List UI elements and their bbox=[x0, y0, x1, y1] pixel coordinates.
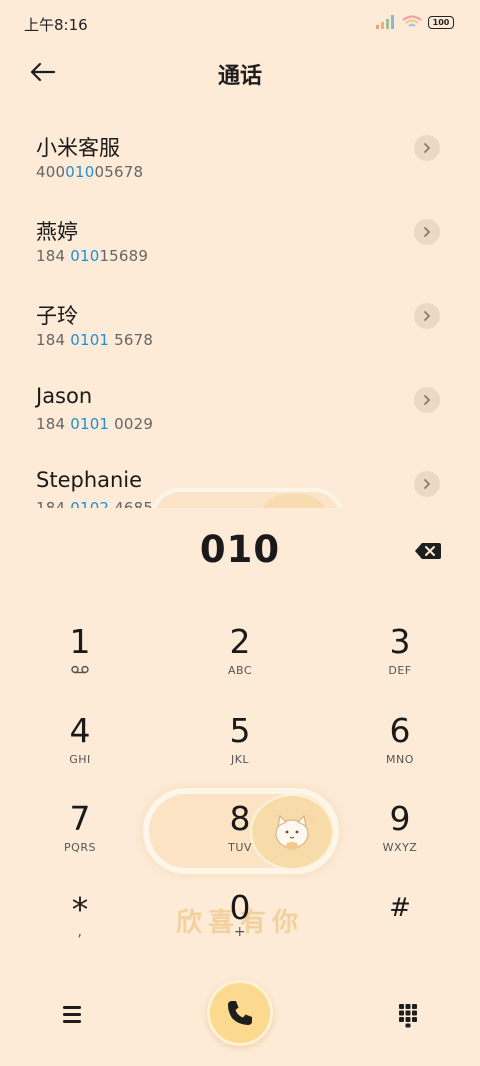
chevron-right-icon bbox=[424, 311, 431, 321]
backspace-icon bbox=[415, 543, 441, 559]
contact-detail-button[interactable] bbox=[414, 471, 440, 497]
contact-row[interactable]: Jason 184 0101 0029 bbox=[0, 368, 480, 452]
backspace-button[interactable] bbox=[414, 541, 442, 561]
matched-digits: 010 bbox=[70, 247, 100, 265]
matched-digits: 0101 bbox=[70, 331, 110, 349]
key-9[interactable]: 9 WXYZ bbox=[340, 801, 460, 881]
key-1[interactable]: 1 bbox=[20, 624, 140, 704]
key-hash[interactable]: # bbox=[340, 890, 460, 970]
matched-digits: 0102 bbox=[70, 499, 110, 508]
contact-detail-button[interactable] bbox=[414, 303, 440, 329]
key-0[interactable]: 0 + bbox=[180, 890, 300, 970]
status-time: 上午8:16 bbox=[24, 16, 88, 34]
key-3[interactable]: 3 DEF bbox=[340, 624, 460, 704]
contact-list: 小米客服 40001005678 燕婷 184 01015689 子玲 184 … bbox=[0, 116, 480, 508]
wifi-icon bbox=[402, 15, 422, 27]
dialpad-icon bbox=[399, 1004, 417, 1028]
call-button[interactable] bbox=[207, 980, 273, 1046]
contact-name: 子玲 bbox=[36, 304, 78, 328]
contact-detail-button[interactable] bbox=[414, 387, 440, 413]
voicemail-icon bbox=[71, 665, 89, 674]
status-bar: 上午8:16 100 bbox=[0, 0, 480, 46]
chevron-right-icon bbox=[424, 395, 431, 405]
matched-digits: 010 bbox=[65, 163, 95, 181]
contact-row[interactable]: 燕婷 184 01015689 bbox=[0, 200, 480, 284]
key-2[interactable]: 2 ABC bbox=[180, 624, 300, 704]
menu-button[interactable] bbox=[56, 998, 88, 1030]
contact-detail-button[interactable] bbox=[414, 219, 440, 245]
header: 通话 bbox=[0, 50, 480, 94]
chevron-right-icon bbox=[424, 479, 431, 489]
signal-icon bbox=[376, 15, 394, 29]
key-7[interactable]: 7 PQRS bbox=[20, 801, 140, 881]
keypad-toggle-button[interactable] bbox=[392, 998, 424, 1030]
key-star[interactable]: * , bbox=[20, 892, 140, 972]
contact-name: 燕婷 bbox=[36, 220, 78, 244]
contact-number: 40001005678 bbox=[36, 163, 144, 181]
contact-number: 184 01015689 bbox=[36, 247, 149, 265]
contact-number: 184 0101 5678 bbox=[36, 331, 154, 349]
matched-digits: 0101 bbox=[70, 415, 110, 433]
contact-name: Jason bbox=[36, 384, 93, 408]
phone-icon bbox=[228, 1001, 252, 1025]
contact-name: 小米客服 bbox=[36, 136, 120, 160]
page-title: 通话 bbox=[217, 64, 262, 89]
contact-detail-button[interactable] bbox=[414, 135, 440, 161]
menu-icon bbox=[63, 1006, 81, 1023]
dialed-digits: 010 bbox=[199, 528, 281, 571]
chevron-right-icon bbox=[424, 143, 431, 153]
contact-name: Stephanie bbox=[36, 468, 143, 492]
key-8[interactable]: 8 TUV bbox=[180, 801, 300, 881]
contact-row[interactable]: 小米客服 40001005678 bbox=[0, 116, 480, 200]
battery-icon: 100 bbox=[428, 15, 454, 29]
contact-number: 184 0101 0029 bbox=[36, 415, 154, 433]
key-4[interactable]: 4 GHI bbox=[20, 713, 140, 793]
bottom-bar bbox=[0, 978, 480, 1048]
status-icons: 100 bbox=[376, 15, 454, 29]
key-6[interactable]: 6 MNO bbox=[340, 713, 460, 793]
contact-row[interactable]: 子玲 184 0101 5678 bbox=[0, 284, 480, 368]
contact-number: 184 0102 4685 bbox=[36, 499, 153, 508]
chevron-right-icon bbox=[424, 227, 431, 237]
key-5[interactable]: 5 JKL bbox=[180, 713, 300, 793]
